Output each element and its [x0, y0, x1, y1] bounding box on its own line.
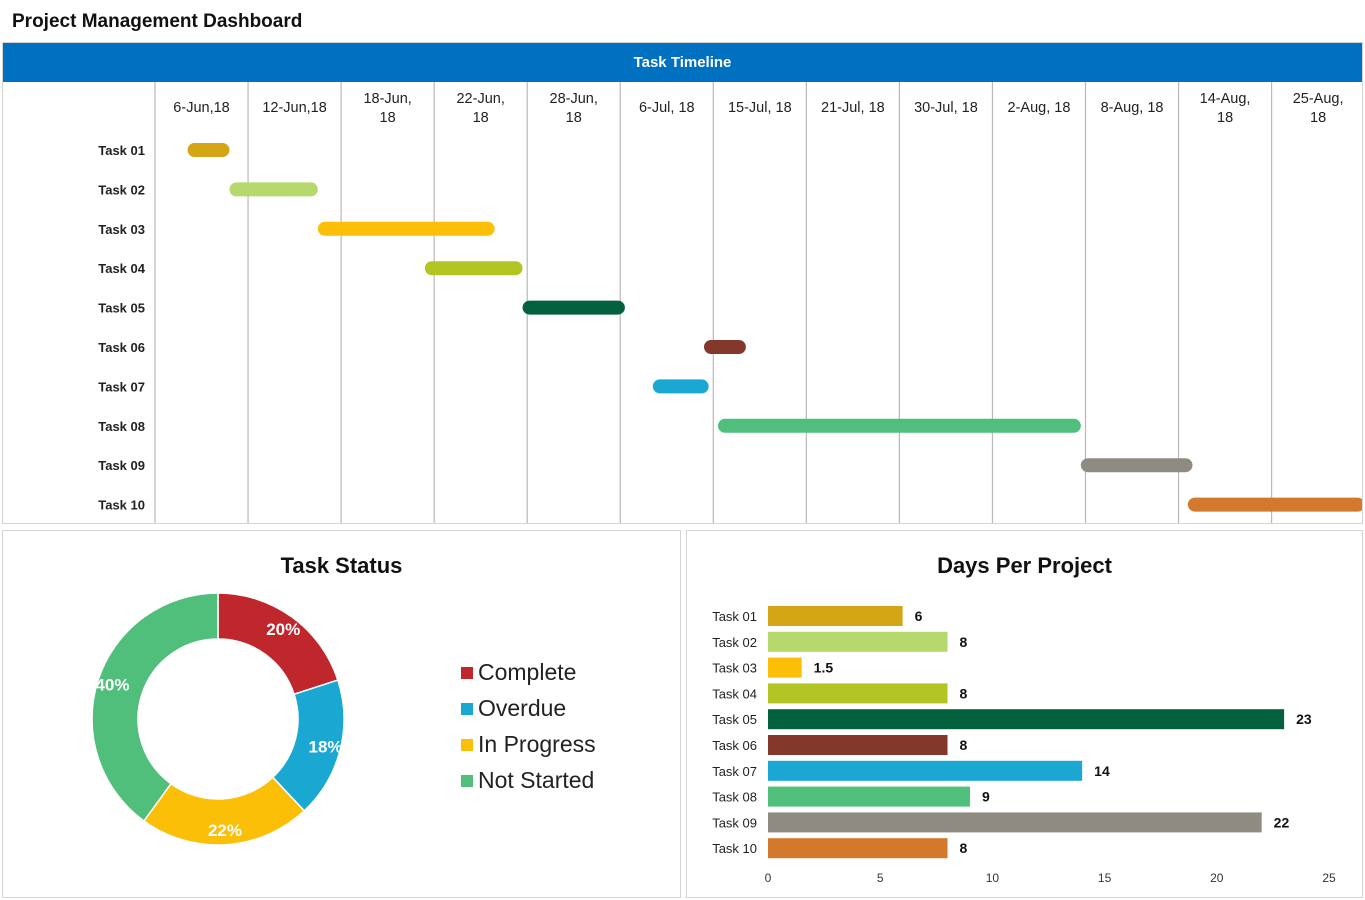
days-per-project-chart: Task 01 6 Task 02 8 Task 03 1.5 Task 04 8 Task 0… — [712, 606, 1336, 885]
timeline-task-label: Task 09 — [98, 458, 145, 473]
timeline-task-bar — [1080, 458, 1193, 473]
timeline-panel: Task Timeline 6-Jun,18 12-Jun,18 18-Jun, 18… — [2, 42, 1363, 524]
bar — [768, 838, 948, 859]
donut-slice-complete — [217, 592, 339, 696]
legend-swatch-not-started — [461, 774, 473, 787]
donut-value-label: 22% — [208, 821, 242, 840]
bar-value-label: 1.5 — [814, 660, 834, 676]
bar — [768, 760, 1083, 781]
timeline-task-bar — [652, 379, 709, 394]
legend-item-complete: Complete — [461, 659, 576, 686]
timeline-task-bar — [187, 143, 230, 157]
donut-value-label: 18% — [308, 738, 342, 757]
bar-category-label: Task 02 — [712, 635, 757, 650]
legend-label-complete: Complete — [478, 659, 577, 685]
bar — [768, 631, 948, 652]
gantt-chart: 6-Jun,18 12-Jun,18 18-Jun, 18 22-Jun, 18 28-Ju… — [98, 82, 1362, 523]
timeline-task-label: Task 03 — [98, 222, 145, 237]
donut-value-label: 20% — [266, 620, 300, 639]
timeline-task-label: Task 07 — [98, 379, 145, 394]
bar-category-label: Task 01 — [712, 609, 757, 624]
task-status-donut: 20% 18% 22% 40% — [91, 592, 345, 846]
x-axis-tick-label: 20 — [1210, 871, 1224, 885]
timeline-task-bar — [522, 300, 625, 315]
bar — [768, 606, 903, 626]
legend-item-in-progress: In Progress — [461, 731, 596, 758]
timeline-task-bar — [317, 221, 495, 236]
timeline-task-label: Task 05 — [98, 301, 145, 316]
bar — [768, 786, 970, 807]
task-status-panel: Task Status 20% 18% 22% 40% Complete Overdu… — [2, 530, 681, 898]
bar-category-label: Task 06 — [712, 738, 757, 753]
legend-swatch-overdue — [461, 702, 473, 715]
legend-swatch-in-progress — [461, 738, 473, 751]
timeline-task-bar — [717, 418, 1081, 433]
timeline-date-label: 8-Aug, 18 — [1101, 100, 1164, 116]
bar-category-label: Task 05 — [712, 712, 757, 727]
timeline-date-label: 2-Aug, 18 — [1008, 100, 1071, 116]
timeline-task-bar — [703, 340, 746, 354]
legend-item-not-started: Not Started — [461, 767, 594, 794]
bar-value-label: 22 — [1274, 814, 1290, 830]
timeline-task-label: Task 10 — [98, 498, 145, 513]
timeline-task-label: Task 08 — [98, 419, 145, 434]
x-axis-tick-label: 0 — [765, 871, 772, 885]
timeline-task-bar — [1187, 497, 1362, 512]
timeline-date-label: 15-Jul, 18 — [728, 100, 792, 116]
bar-category-label: Task 03 — [712, 661, 757, 676]
legend-label-not-started: Not Started — [478, 767, 595, 793]
timeline-date-label: 28-Jun, 18 — [550, 91, 598, 126]
bar — [768, 812, 1262, 833]
bar-value-label: 9 — [982, 789, 990, 805]
legend-item-overdue: Overdue — [461, 695, 566, 722]
bar — [768, 735, 948, 755]
timeline-date-label: 25-Aug, 18 — [1293, 91, 1344, 126]
timeline-task-bar — [229, 182, 318, 197]
bar — [768, 709, 1285, 730]
timeline-date-label: 6-Jun,18 — [173, 100, 229, 116]
timeline-task-label: Task 06 — [98, 340, 145, 355]
x-axis-tick-label: 15 — [1098, 871, 1112, 885]
timeline-date-label: 18-Jun, 18 — [363, 91, 411, 126]
legend-swatch-complete — [461, 666, 473, 679]
x-axis-tick-label: 10 — [986, 871, 1000, 885]
donut-value-label: 40% — [95, 676, 129, 695]
bar-value-label: 6 — [915, 608, 923, 624]
timeline-task-label: Task 02 — [98, 182, 145, 197]
bar-value-label: 8 — [960, 685, 968, 701]
timeline-date-label: 21-Jul, 18 — [821, 100, 885, 116]
bar-value-label: 8 — [960, 840, 968, 856]
x-axis-tick-label: 5 — [877, 871, 884, 885]
timeline-date-label: 30-Jul, 18 — [914, 100, 978, 116]
x-axis-tick-label: 25 — [1322, 871, 1336, 885]
timeline-date-label: 12-Jun,18 — [262, 100, 327, 116]
bar-category-label: Task 08 — [712, 790, 757, 805]
bar-value-label: 14 — [1094, 763, 1110, 779]
bar-category-label: Task 04 — [712, 686, 757, 701]
bar-value-label: 8 — [960, 737, 968, 753]
dashboard-title: Project Management Dashboard — [12, 11, 303, 32]
legend-label-overdue: Overdue — [478, 695, 567, 721]
timeline-task-bar — [424, 261, 523, 276]
timeline-task-label: Task 04 — [98, 261, 146, 276]
bar-value-label: 8 — [960, 634, 968, 650]
bar — [768, 657, 802, 678]
bar-value-label: 23 — [1296, 711, 1312, 727]
legend-label-in-progress: In Progress — [478, 731, 596, 757]
bar-category-label: Task 07 — [712, 764, 757, 779]
timeline-date-label: 14-Aug, 18 — [1200, 91, 1251, 126]
days-per-project-panel: Days Per Project Task 01 6 Task 02 8 Task 03… — [686, 530, 1363, 898]
bar — [768, 683, 948, 704]
bar-category-label: Task 09 — [712, 815, 757, 830]
bar-category-label: Task 10 — [712, 841, 757, 856]
timeline-date-label: 22-Jun, 18 — [456, 91, 504, 126]
timeline-task-label: Task 01 — [98, 143, 145, 158]
timeline-date-label: 6-Jul, 18 — [639, 100, 695, 116]
donut-slice-not-started — [91, 592, 219, 822]
